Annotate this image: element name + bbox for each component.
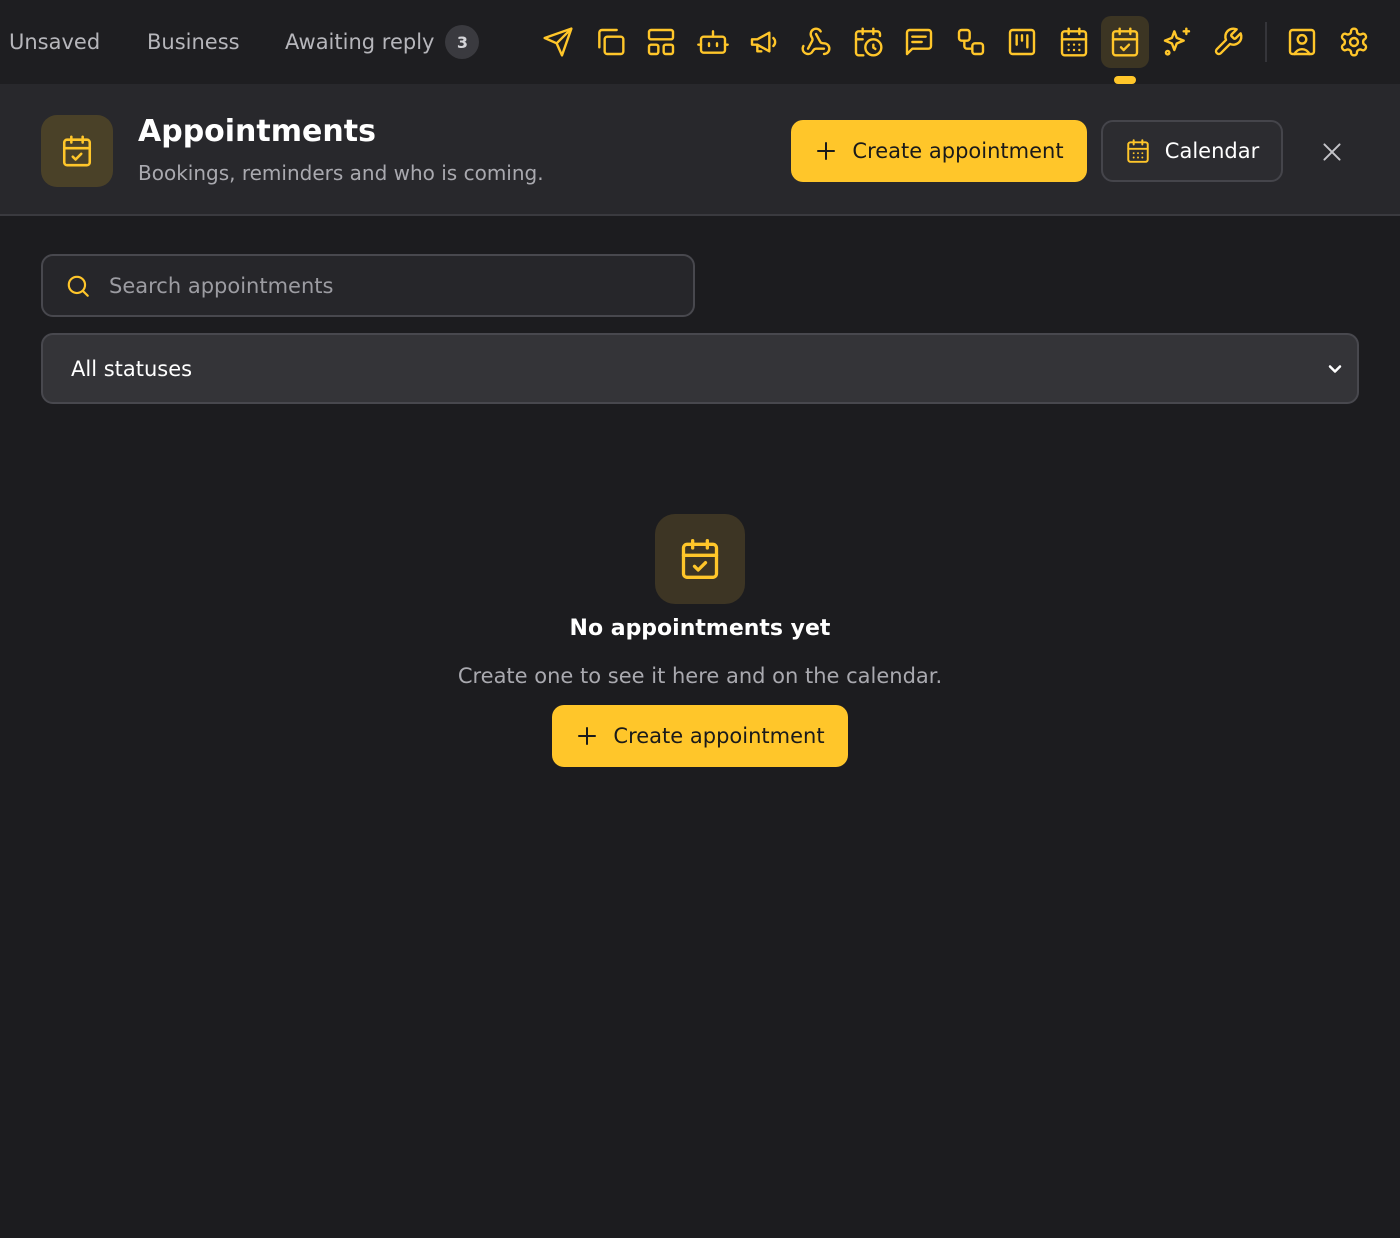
tools-button[interactable] [1204,16,1252,68]
settings-icon [1340,27,1368,57]
calendar-check-icon [1111,27,1139,57]
awaiting-reply-count-badge: 3 [445,25,480,59]
search-input[interactable] [109,256,693,315]
search-box[interactable] [41,254,695,317]
wrench-icon [1214,27,1243,56]
sparkles-icon [1163,27,1191,56]
ai-button[interactable] [1153,16,1201,68]
search-icon [67,275,89,297]
webhook-icon [801,27,831,56]
appointments-button[interactable] [1101,16,1149,68]
calendar-check-icon [681,539,719,579]
calendar-button[interactable]: Calendar [1101,120,1283,182]
status-select-value: All statuses [71,356,193,381]
contacts-button[interactable] [1278,16,1326,68]
campaigns-button[interactable] [740,16,788,68]
contact-icon [1288,28,1316,56]
tab-awaiting-reply-label: Awaiting reply [285,30,435,54]
webhook-button[interactable] [792,16,840,68]
bot-button[interactable] [689,16,737,68]
messages-button[interactable] [895,16,943,68]
calendar-grid-icon [1060,27,1088,57]
tab-unsaved-label: Unsaved [9,30,101,54]
send-button[interactable] [534,16,582,68]
calendar-grid-icon [1127,139,1149,163]
send-icon [543,27,573,57]
plus-icon [578,727,597,745]
calendar-clock-icon [854,27,883,57]
message-square-icon [905,28,933,56]
tab-awaiting-reply[interactable]: Awaiting reply 3 [285,0,480,84]
tab-business-label: Business [147,30,240,54]
copy-icon [598,28,625,56]
close-button[interactable] [1316,136,1348,168]
scheduled-button[interactable] [844,16,892,68]
calendar-button-label: Calendar [1164,139,1260,163]
bot-icon [697,30,729,54]
copy-button[interactable] [586,16,634,68]
kanban-button[interactable] [998,16,1046,68]
megaphone-icon [750,31,777,53]
workflow-icon [957,28,985,56]
empty-state-create-label: Create appointment [613,724,825,748]
toolbar-divider [1265,22,1267,62]
layout-button[interactable] [637,16,685,68]
chevron-down-icon [1328,365,1342,373]
page-title: Appointments [138,114,376,149]
tab-unsaved[interactable]: Unsaved [9,0,100,84]
tab-business[interactable]: Business [147,0,240,84]
create-appointment-button[interactable]: Create appointment [791,120,1087,182]
header-icon-tile [41,115,113,187]
top-bar: Unsaved Business Awaiting reply 3 [0,0,1400,84]
kanban-icon [1008,28,1036,56]
page-subtitle: Bookings, reminders and who is coming. [138,161,544,185]
page-header: Appointments Bookings, reminders and who… [0,84,1400,216]
empty-state-icon-tile [655,514,745,604]
empty-state-text: Create one to see it here and on the cal… [457,664,943,688]
active-tool-indicator [1114,76,1136,84]
calendar-grid-button[interactable] [1050,16,1098,68]
status-select[interactable]: All statuses [41,333,1359,404]
plus-icon [817,142,836,160]
empty-state-title: No appointments yet [569,616,831,641]
settings-button[interactable] [1330,16,1378,68]
workflow-button[interactable] [947,16,995,68]
calendar-check-icon [62,135,92,167]
empty-state-create-appointment-button[interactable]: Create appointment [552,705,848,767]
close-icon [1323,143,1341,161]
create-appointment-label: Create appointment [852,139,1064,163]
layout-icon [647,28,675,56]
